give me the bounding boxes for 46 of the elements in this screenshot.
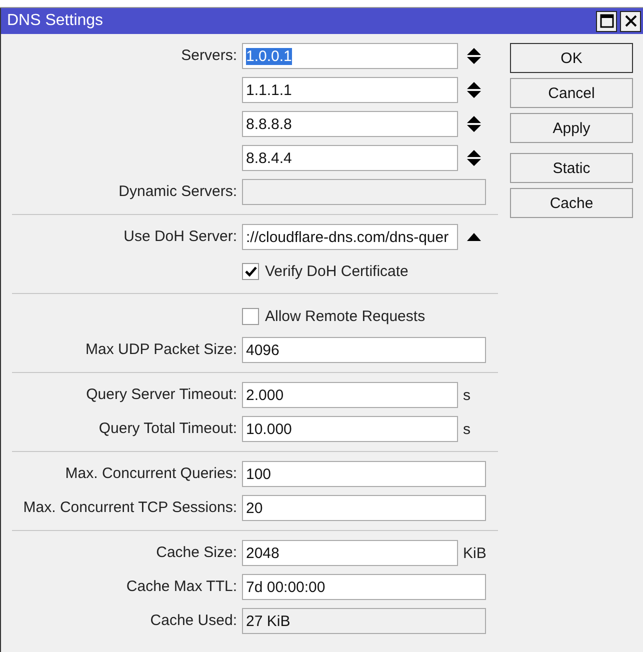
input-field[interactable]: 8.8.4.4	[242, 145, 458, 171]
up-down-arrows-icon[interactable]	[466, 149, 482, 167]
dialog-button[interactable]: OK	[510, 43, 633, 73]
field-label: Query Server Timeout:	[86, 386, 237, 403]
dialog-button[interactable]: Cancel	[510, 78, 633, 108]
field-label: Dynamic Servers:	[118, 183, 237, 200]
checkbox-label: Verify DoH Certificate	[265, 262, 408, 280]
checkbox[interactable]	[242, 262, 259, 280]
input-field[interactable]: 7d 00:00:00	[242, 574, 486, 600]
checkbox-label: Allow Remote Requests	[265, 308, 426, 324]
unit-label: KiB	[463, 544, 486, 562]
input-field[interactable]: 10.000	[242, 416, 458, 442]
field-label: Use DoH Server:	[124, 228, 237, 245]
maximize-icon	[600, 14, 614, 28]
field-label: Max. Concurrent Queries:	[65, 465, 237, 482]
input-field[interactable]: 20	[242, 495, 486, 521]
close-icon	[624, 14, 638, 28]
field-label: Cache Size:	[156, 544, 237, 561]
unit-label: s	[463, 420, 470, 438]
dialog-button[interactable]: Apply	[510, 113, 633, 143]
input-field[interactable]: 8.8.8.8	[242, 111, 458, 137]
input-field[interactable]: ://cloudflare-dns.com/dns-quer	[242, 224, 458, 250]
input-field[interactable]: 4096	[242, 337, 486, 363]
input-field[interactable]: 1.1.1.1	[242, 77, 458, 103]
window-title: DNS Settings	[7, 12, 104, 30]
field-label: Cache Used:	[150, 612, 237, 629]
up-arrow-icon[interactable]	[466, 233, 482, 241]
input-field[interactable]: 2048	[242, 540, 458, 566]
field-label: Query Total Timeout:	[98, 420, 237, 437]
dialog-button[interactable]: Cache	[510, 188, 633, 218]
field-label: Cache Max TTL:	[126, 578, 237, 595]
input-field: 27 KiB	[242, 608, 486, 634]
up-down-arrows-icon[interactable]	[466, 115, 482, 133]
field-label: Max UDP Packet Size:	[86, 341, 237, 358]
input-field[interactable]: 100	[242, 461, 486, 487]
input-field[interactable]: 2.000	[242, 382, 458, 408]
field-label: Servers:	[181, 47, 237, 64]
input-field[interactable]: 1.0.0.1	[242, 43, 458, 69]
up-down-arrows-icon[interactable]	[466, 81, 482, 99]
dialog-button[interactable]: Static	[510, 153, 633, 183]
up-down-arrows-icon[interactable]	[466, 47, 482, 65]
close-button[interactable]	[620, 10, 641, 32]
checkbox[interactable]	[242, 308, 259, 324]
maximize-button[interactable]	[596, 10, 617, 32]
field-label: Max. Concurrent TCP Sessions:	[23, 499, 237, 516]
unit-label: s	[463, 386, 470, 404]
